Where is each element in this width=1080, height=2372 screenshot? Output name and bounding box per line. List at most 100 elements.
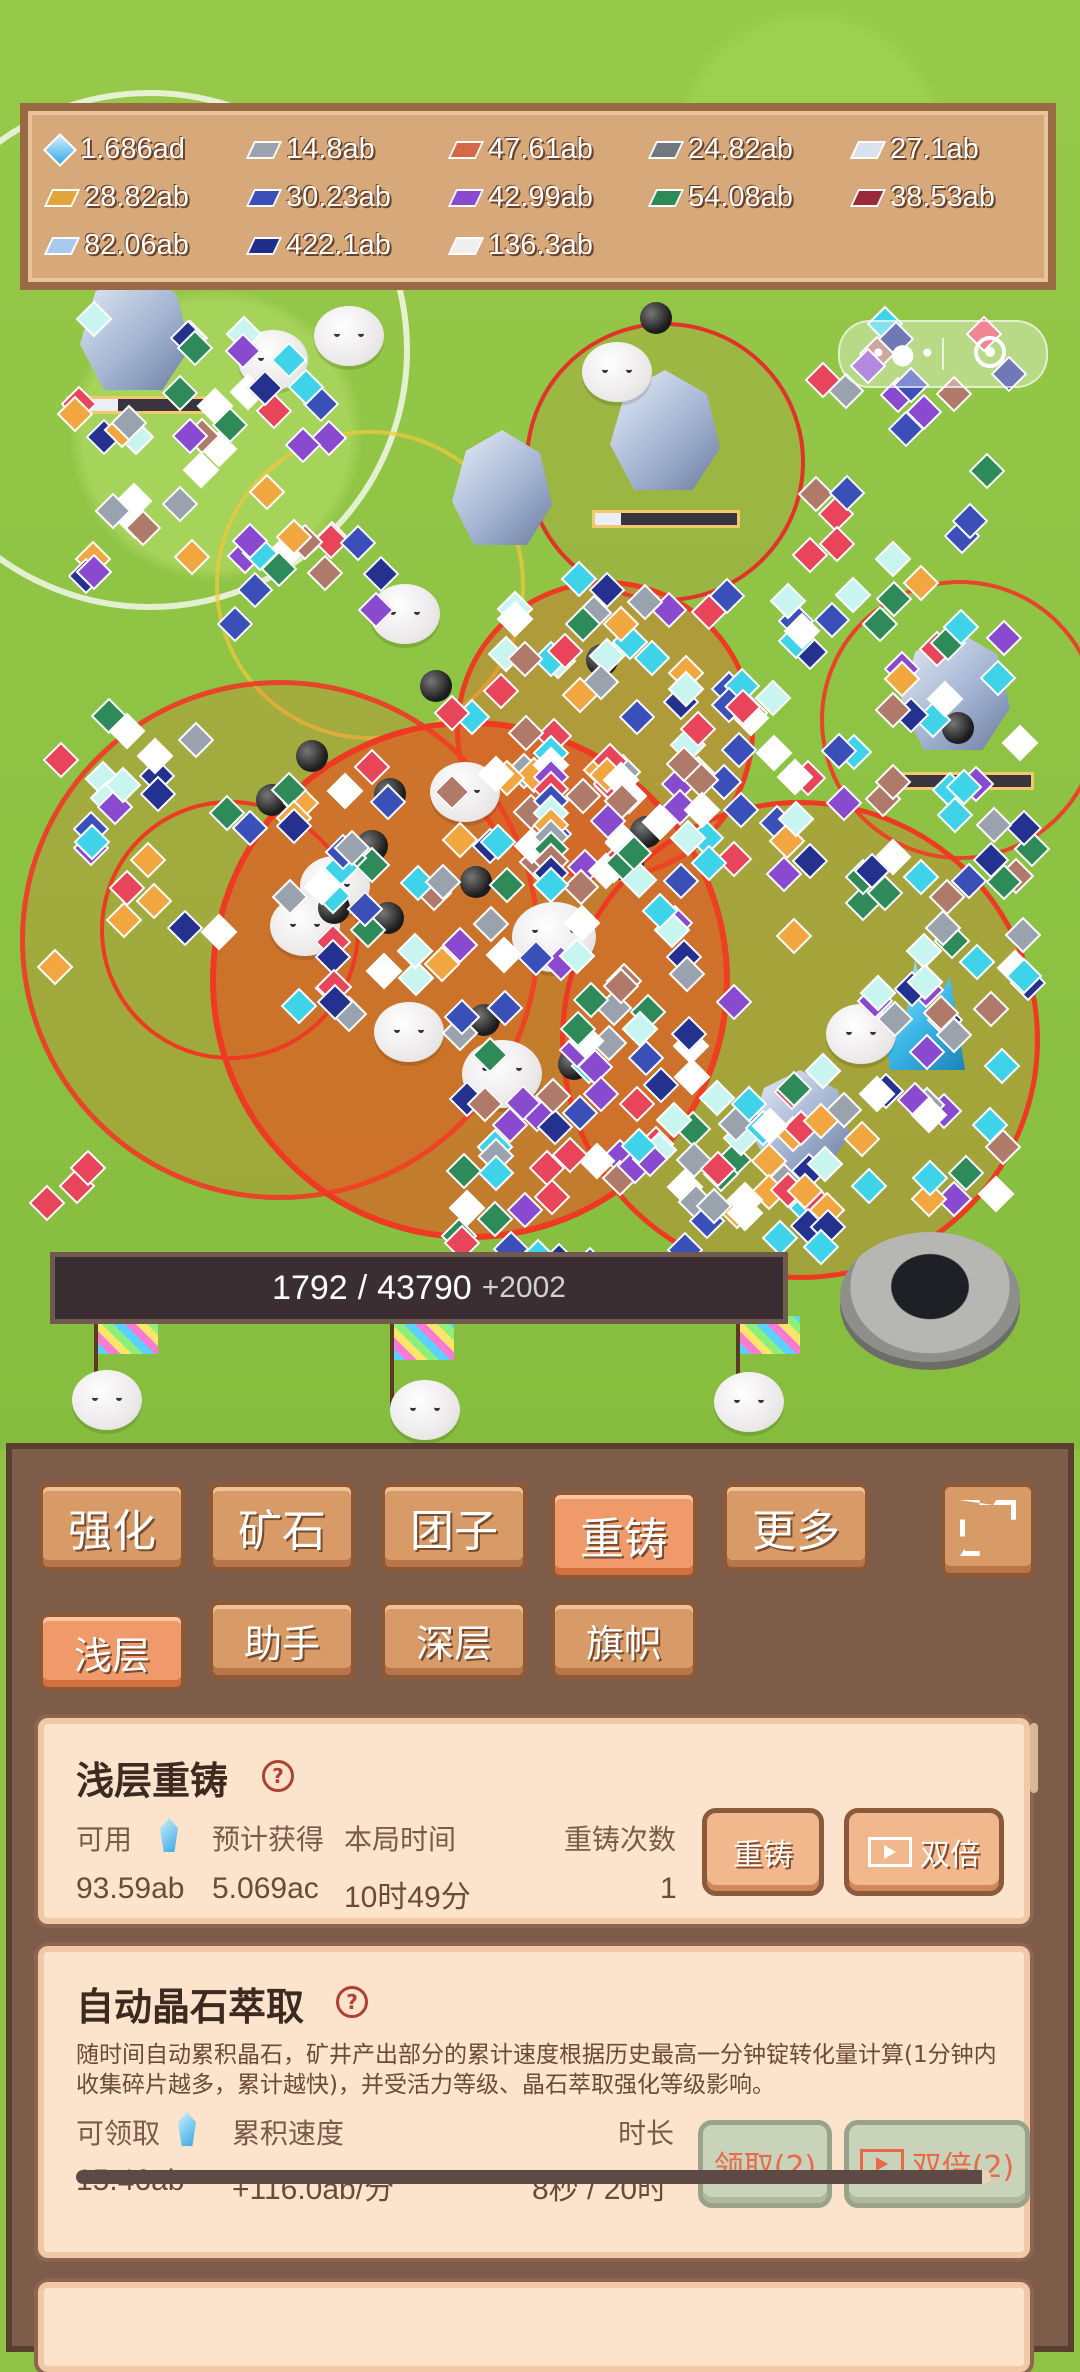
capsule-divider	[942, 338, 944, 370]
rate-label: 累积速度	[232, 2117, 345, 2150]
tab-mochi[interactable]: 团子	[380, 1482, 528, 1572]
session-time-value: 10时49分	[344, 1881, 471, 1914]
available-value: 93.59ab	[76, 1872, 185, 1905]
resource-amount: 136.3ab	[488, 229, 593, 261]
double-reforge-button[interactable]: 双倍	[844, 1808, 1004, 1896]
double-claim-button[interactable]: 双倍(2)	[844, 2120, 1030, 2208]
double-button-label: 双倍	[920, 1838, 980, 1873]
miniprogram-capsule[interactable]: •●•	[838, 320, 1048, 388]
subtab-deep[interactable]: 深层	[380, 1600, 528, 1680]
amethyst-ingot-icon	[447, 188, 485, 207]
reforge-button-label: 重铸	[733, 1838, 793, 1873]
mining-progress-bar	[592, 510, 740, 528]
resource-item: 54.08ab	[647, 181, 793, 214]
subtab-flag[interactable]: 旗帜	[550, 1600, 698, 1680]
resource-amount: 47.61ab	[488, 133, 593, 165]
copper-ingot-icon	[447, 140, 485, 159]
ruby-ingot-icon	[849, 188, 887, 207]
more-icon[interactable]: •●•	[870, 340, 939, 368]
help-icon[interactable]: ?	[262, 1760, 294, 1792]
subtab-shallow[interactable]: 浅层	[38, 1612, 186, 1692]
crystal-icon	[43, 132, 77, 167]
crystal-icon	[160, 1818, 178, 1852]
card-description: 随时间自动累积晶石，矿井产出部分的累计速度根据历史最高一分钟锭转化量计算(1分钟…	[76, 2042, 997, 2098]
pearl-ingot-icon	[447, 236, 485, 255]
resource-panel: 1.686ad 14.8ab 47.61ab 24.82ab 27.1ab 28.82ab…	[20, 103, 1056, 290]
expected-label: 预计获得	[212, 1823, 325, 1856]
mochi-flag-holder	[714, 1372, 784, 1432]
gold-ingot-icon	[43, 188, 81, 207]
emerald-ingot-icon	[647, 188, 685, 207]
resource-amount: 422.1ab	[286, 229, 391, 261]
reforge-count-label: 重铸次数	[564, 1823, 677, 1856]
duration-label: 时长	[618, 2117, 675, 2150]
resource-item: 24.82ab	[647, 133, 793, 166]
claimable-label: 可领取	[76, 2117, 161, 2150]
mochi-flag-holder	[72, 1370, 142, 1430]
tab-enhance[interactable]: 强化	[38, 1482, 186, 1572]
resource-amount: 14.8ab	[286, 133, 375, 165]
gem-shard[interactable]	[968, 452, 1006, 490]
tab-ore[interactable]: 矿石	[208, 1482, 356, 1572]
card-title: 自动晶石萃取	[76, 1985, 305, 2029]
resource-item: 28.82ab	[43, 181, 189, 214]
subtab-helper[interactable]: 助手	[208, 1600, 356, 1680]
tab-reforge[interactable]: 重铸	[550, 1490, 698, 1580]
resource-item: 42.99ab	[447, 181, 593, 214]
gem-shard[interactable]	[834, 576, 872, 614]
progress-target: 43790	[377, 1268, 472, 1307]
card-title: 浅层重铸	[76, 1759, 229, 1803]
available-label: 可用	[76, 1823, 133, 1856]
gem-shard[interactable]	[28, 1184, 66, 1222]
accumulation-progress-bar	[76, 2170, 991, 2184]
scrollbar[interactable]	[1030, 1723, 1038, 1793]
bomb-icon	[420, 670, 452, 702]
gem-shard[interactable]	[874, 540, 912, 578]
expand-icon[interactable]	[940, 1482, 1036, 1578]
crystal-icon	[178, 2112, 196, 2146]
platinum-ingot-icon	[849, 140, 887, 159]
reforge-button[interactable]: 重铸	[702, 1808, 824, 1896]
resource-item: 422.1ab	[245, 229, 391, 262]
resource-amount: 24.82ab	[688, 133, 793, 165]
resource-item: 82.06ab	[43, 229, 189, 262]
resource-item: 136.3ab	[447, 229, 593, 262]
shallow-reforge-card: 浅层重铸 ? 可用 预计获得 本局时间 重铸次数 93.59ab 5.069ac…	[38, 1718, 1030, 1924]
resource-amount: 27.1ab	[890, 133, 979, 165]
mochi-miner[interactable]	[582, 342, 652, 402]
progress-current: 1792	[272, 1268, 348, 1307]
video-ad-icon	[868, 1837, 912, 1867]
silver-ingot-icon	[245, 140, 283, 159]
iron-ingot-icon	[647, 140, 685, 159]
collection-progress-banner: 1792 / 43790 +2002	[50, 1252, 788, 1324]
progress-gain: +2002	[481, 1271, 566, 1304]
mochi-miner[interactable]	[314, 306, 384, 366]
session-time-label: 本局时间	[344, 1823, 457, 1856]
sapphire-ingot-icon	[245, 188, 283, 207]
resource-item: 38.53ab	[849, 181, 995, 214]
mochi-flag-holder	[390, 1380, 460, 1440]
help-icon[interactable]: ?	[336, 1986, 368, 2018]
resource-item: 1.686ad	[43, 132, 185, 167]
resource-amount: 38.53ab	[890, 181, 995, 213]
gem-shard[interactable]	[813, 601, 851, 639]
progress-separator: /	[357, 1268, 368, 1307]
resource-item: 14.8ab	[245, 133, 375, 166]
bomb-icon	[296, 740, 328, 772]
resource-amount: 1.686ad	[80, 133, 185, 165]
tab-more[interactable]: 更多	[722, 1482, 870, 1572]
next-card	[38, 2282, 1030, 2372]
resource-amount: 82.06ab	[84, 229, 189, 261]
resource-item: 30.23ab	[245, 181, 391, 214]
resource-amount: 42.99ab	[488, 181, 593, 213]
mochi-miner[interactable]	[374, 1002, 444, 1062]
resource-amount: 54.08ab	[688, 181, 793, 213]
mine-well[interactable]	[840, 1232, 1020, 1362]
resource-item: 27.1ab	[849, 133, 979, 166]
close-target-icon[interactable]	[974, 336, 1006, 368]
gem-shard[interactable]	[42, 741, 80, 779]
auto-extraction-card: 自动晶石萃取 ? 随时间自动累积晶石，矿井产出部分的累计速度根据历史最高一分钟锭…	[38, 1946, 1030, 2258]
claim-button[interactable]: 领取(2)	[698, 2120, 832, 2208]
resource-item: 47.61ab	[447, 133, 593, 166]
resource-amount: 30.23ab	[286, 181, 391, 213]
